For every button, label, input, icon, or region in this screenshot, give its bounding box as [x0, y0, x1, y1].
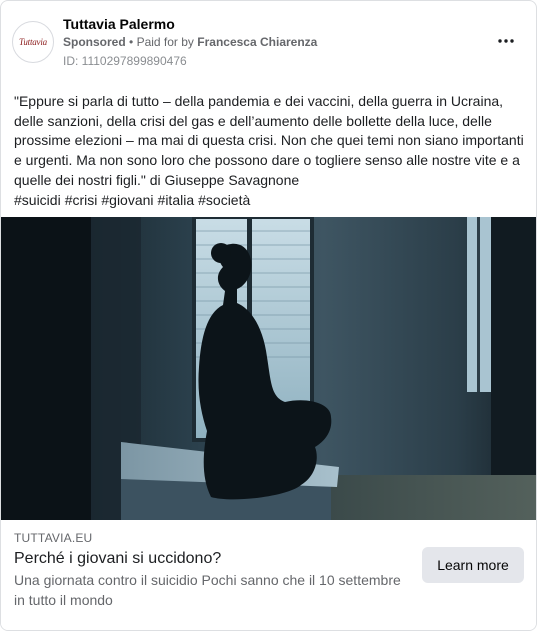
link-preview[interactable]: TUTTAVIA.EU Perché i giovani si uccidono…	[1, 520, 536, 630]
link-description: Una giornata contro il suicidio Pochi sa…	[14, 572, 401, 608]
sponsored-line: Sponsored • Paid for by Francesca Chiare…	[63, 35, 317, 49]
page-name-link[interactable]: Tuttavia Palermo	[63, 16, 175, 32]
hashtag-list: #suicidi #crisi #giovani #italia #società	[14, 191, 526, 211]
post-body-text: "Eppure si parla di tutto – della pandem…	[14, 93, 524, 188]
photo-woman-sitting-by-window	[1, 217, 536, 520]
hashtag-link[interactable]: #italia	[158, 192, 195, 208]
ad-id: ID: 1110297899890476	[63, 54, 187, 68]
page-avatar[interactable]: Tuttavia	[12, 21, 54, 63]
hashtag-link[interactable]: #suicidi	[14, 192, 61, 208]
more-horizontal-icon	[498, 39, 514, 43]
paid-for-prefix: Paid for by	[136, 35, 194, 49]
hashtag-link[interactable]: #società	[198, 192, 250, 208]
more-options-button[interactable]	[494, 31, 518, 51]
post-message: "Eppure si parla di tutto – della pandem…	[14, 92, 526, 210]
learn-more-button[interactable]: Learn more	[422, 547, 524, 583]
post-header: Tuttavia Tuttavia Palermo Sponsored • Pa…	[1, 1, 536, 81]
avatar-logo: Tuttavia	[19, 37, 47, 47]
hashtag-link[interactable]: #giovani	[101, 192, 153, 208]
sponsored-label[interactable]: Sponsored	[63, 35, 126, 49]
meta-separator: •	[129, 35, 134, 49]
ad-card: Tuttavia Tuttavia Palermo Sponsored • Pa…	[0, 0, 537, 631]
link-headline[interactable]: Perché i giovani si uccidono?	[14, 550, 221, 568]
link-domain: TUTTAVIA.EU	[14, 531, 93, 545]
ad-image[interactable]	[1, 217, 536, 520]
hashtag-link[interactable]: #crisi	[65, 192, 98, 208]
paid-for-name: Francesca Chiarenza	[197, 35, 318, 49]
